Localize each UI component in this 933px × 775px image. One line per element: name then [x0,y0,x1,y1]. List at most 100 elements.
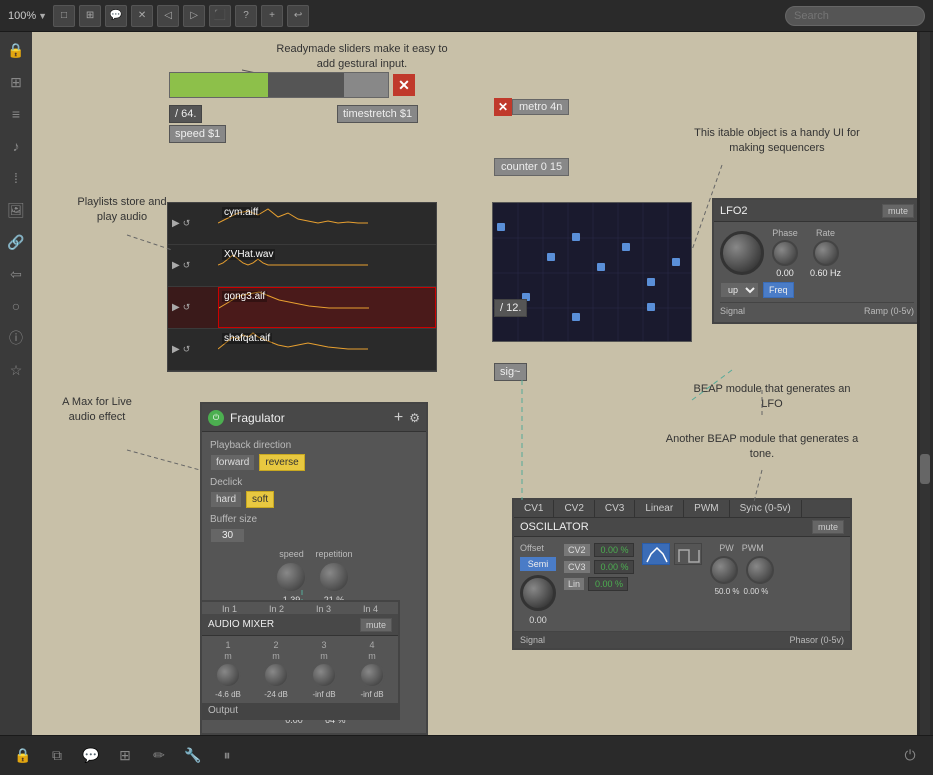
power-icon[interactable]: ⏻ [899,745,921,767]
osc-tab-cv3[interactable]: CV3 [595,500,635,517]
mixer-ch2-knob[interactable] [263,662,289,688]
mixer-ch4-knob[interactable] [359,662,385,688]
playlist-row-xvhat[interactable]: ▶ ↺ XVHat.wav [168,245,436,287]
main-slider[interactable] [169,72,389,98]
toolbar-btn-5[interactable]: ◁ [157,5,179,27]
hard-btn[interactable]: hard [210,491,242,508]
playlist-row-shafqat[interactable]: ▶ ↺ shafqat.aif [168,329,436,371]
playlist-row-gong[interactable]: ▶ ↺ gong3.aif [168,287,436,329]
fragulator-power-btn[interactable]: ⏻ [208,410,224,426]
osc-tab-cv1[interactable]: CV1 [514,500,554,517]
waveform-gong: gong3.aif [218,287,436,328]
lfo-main-knob[interactable] [720,231,764,275]
sidebar-icon-lock[interactable]: 🔒 [6,40,26,60]
play-icon-cym[interactable]: ▶ [172,218,180,229]
loop-icon-cym[interactable]: ↺ [183,218,191,229]
toolbar-btn-2[interactable]: ⊞ [79,5,101,27]
wrench-icon[interactable]: 🔧 [182,745,204,767]
lfo-signal-label: Signal [720,306,745,316]
toolbar-btn-7[interactable]: ⬛ [209,5,231,27]
lfo-phase-knob[interactable] [772,240,798,266]
play-icon-xvhat[interactable]: ▶ [172,260,180,271]
search-input[interactable] [785,6,925,26]
playlist-controls-gong: ▶ ↺ [168,302,218,313]
loop-icon-shafqat[interactable]: ↺ [183,344,191,355]
osc-pwm-knob[interactable] [746,556,774,584]
sidebar-icon-link[interactable]: 🔗 [6,232,26,252]
osc-cv3-btn[interactable]: CV3 [564,561,590,573]
sidebar-icon-arrow[interactable]: ⇦ [6,264,26,284]
loop-icon-xvhat[interactable]: ↺ [183,260,191,271]
play-icon-gong[interactable]: ▶ [172,302,180,313]
slider-close-btn[interactable]: ✕ [393,74,415,96]
soft-btn[interactable]: soft [246,491,274,508]
osc-lin-btn[interactable]: Lin [564,578,584,590]
lfo-rate-knob[interactable] [813,240,839,266]
brush-icon[interactable]: ✏ [148,745,170,767]
pause-icon[interactable]: ⏸ [216,745,238,767]
itable-grid[interactable] [492,202,692,342]
osc-tab-sync[interactable]: Sync (0-5v) [730,500,802,517]
toolbar-btn-9[interactable]: + [261,5,283,27]
play-icon-shafqat[interactable]: ▶ [172,344,180,355]
repetition-knob[interactable] [318,561,350,593]
waveform-label-shafqat: shafqat.aif [222,333,272,344]
toolbar-btn-1[interactable]: □ [53,5,75,27]
lfo-mute-btn[interactable]: mute [882,204,914,218]
reverse-btn[interactable]: reverse [259,454,304,471]
fragulator-add-btn[interactable]: + [394,409,403,427]
sidebar-icon-music[interactable]: ♪ [6,136,26,156]
mixer-ch3-knob[interactable] [311,662,337,688]
osc-pw-knob[interactable] [710,556,738,584]
toolbar-btn-6[interactable]: ▷ [183,5,205,27]
sidebar-icon-lines[interactable]: ≡ [6,104,26,124]
buffer-size-input[interactable] [210,528,245,543]
osc-wave-square[interactable] [674,543,702,565]
osc-semi-btn[interactable]: Semi [520,557,556,571]
osc-tab-cv2[interactable]: CV2 [554,500,594,517]
speed-knob[interactable] [275,561,307,593]
loop-icon-gong[interactable]: ↺ [183,302,191,313]
fragulator-settings-btn[interactable]: ⚙ [409,411,420,425]
scrollbar-thumb[interactable] [920,454,930,484]
sig-widget[interactable]: sig~ [494,362,527,380]
scrollbar-track[interactable] [920,32,930,735]
grid-icon[interactable]: ⊞ [114,745,136,767]
lfo-direction-select[interactable]: up [720,282,759,298]
sidebar-icon-grid[interactable]: ⊞ [6,72,26,92]
lfo-freq-btn[interactable]: Freq [763,282,794,298]
annotation-lfo: BEAP module that generates an LFO [682,382,862,413]
forward-btn[interactable]: forward [210,454,255,471]
osc-mute-btn[interactable]: mute [812,520,844,534]
toolbar-btn-undo[interactable]: ↩ [287,5,309,27]
sidebar-icon-circle[interactable]: ○ [6,296,26,316]
sidebar-icon-dots[interactable]: ⁞ [6,168,26,188]
metro-label[interactable]: metro 4n [512,99,569,115]
zoom-dropdown-icon[interactable]: ▼ [38,11,47,21]
zoom-display[interactable]: 100% ▼ [8,10,47,22]
osc-offset-knob[interactable] [520,575,556,611]
toolbar-btn-4[interactable]: ✕ [131,5,153,27]
right-scrollbar[interactable] [917,32,933,735]
waveform-label-cym: cym.aiff [222,207,260,218]
metro-close-btn[interactable]: ✕ [494,98,512,116]
osc-cv2-btn[interactable]: CV2 [564,544,590,556]
sidebar-icon-image[interactable]: 🖼 [6,200,26,220]
osc-tab-linear[interactable]: Linear [635,500,684,517]
copy-icon[interactable]: ⧉ [46,745,68,767]
osc-wave-sine[interactable] [642,543,670,565]
lfo-main-row: Phase 0.00 Rate 0.60 Hz [720,228,914,278]
knob-row-1: speed 1.39 repetition 21 % [210,549,418,605]
chat-icon[interactable]: 💬 [80,745,102,767]
toolbar-btn-3[interactable]: 💬 [105,5,127,27]
playlist-row-cym[interactable]: ▶ ↺ cym.aiff [168,203,436,245]
toolbar-btn-8[interactable]: ? [235,5,257,27]
sidebar-icon-info[interactable]: ⓘ [6,328,26,348]
lock-icon[interactable]: 🔒 [12,745,34,767]
osc-tab-pwm[interactable]: PWM [684,500,729,517]
osc-pw-val: 50.0 % [715,587,740,596]
sidebar-icon-star[interactable]: ☆ [6,360,26,380]
mixer-ch1-knob[interactable] [215,662,241,688]
mixer-mute-btn[interactable]: mute [360,618,392,632]
counter-label[interactable]: counter 0 15 [494,158,569,176]
